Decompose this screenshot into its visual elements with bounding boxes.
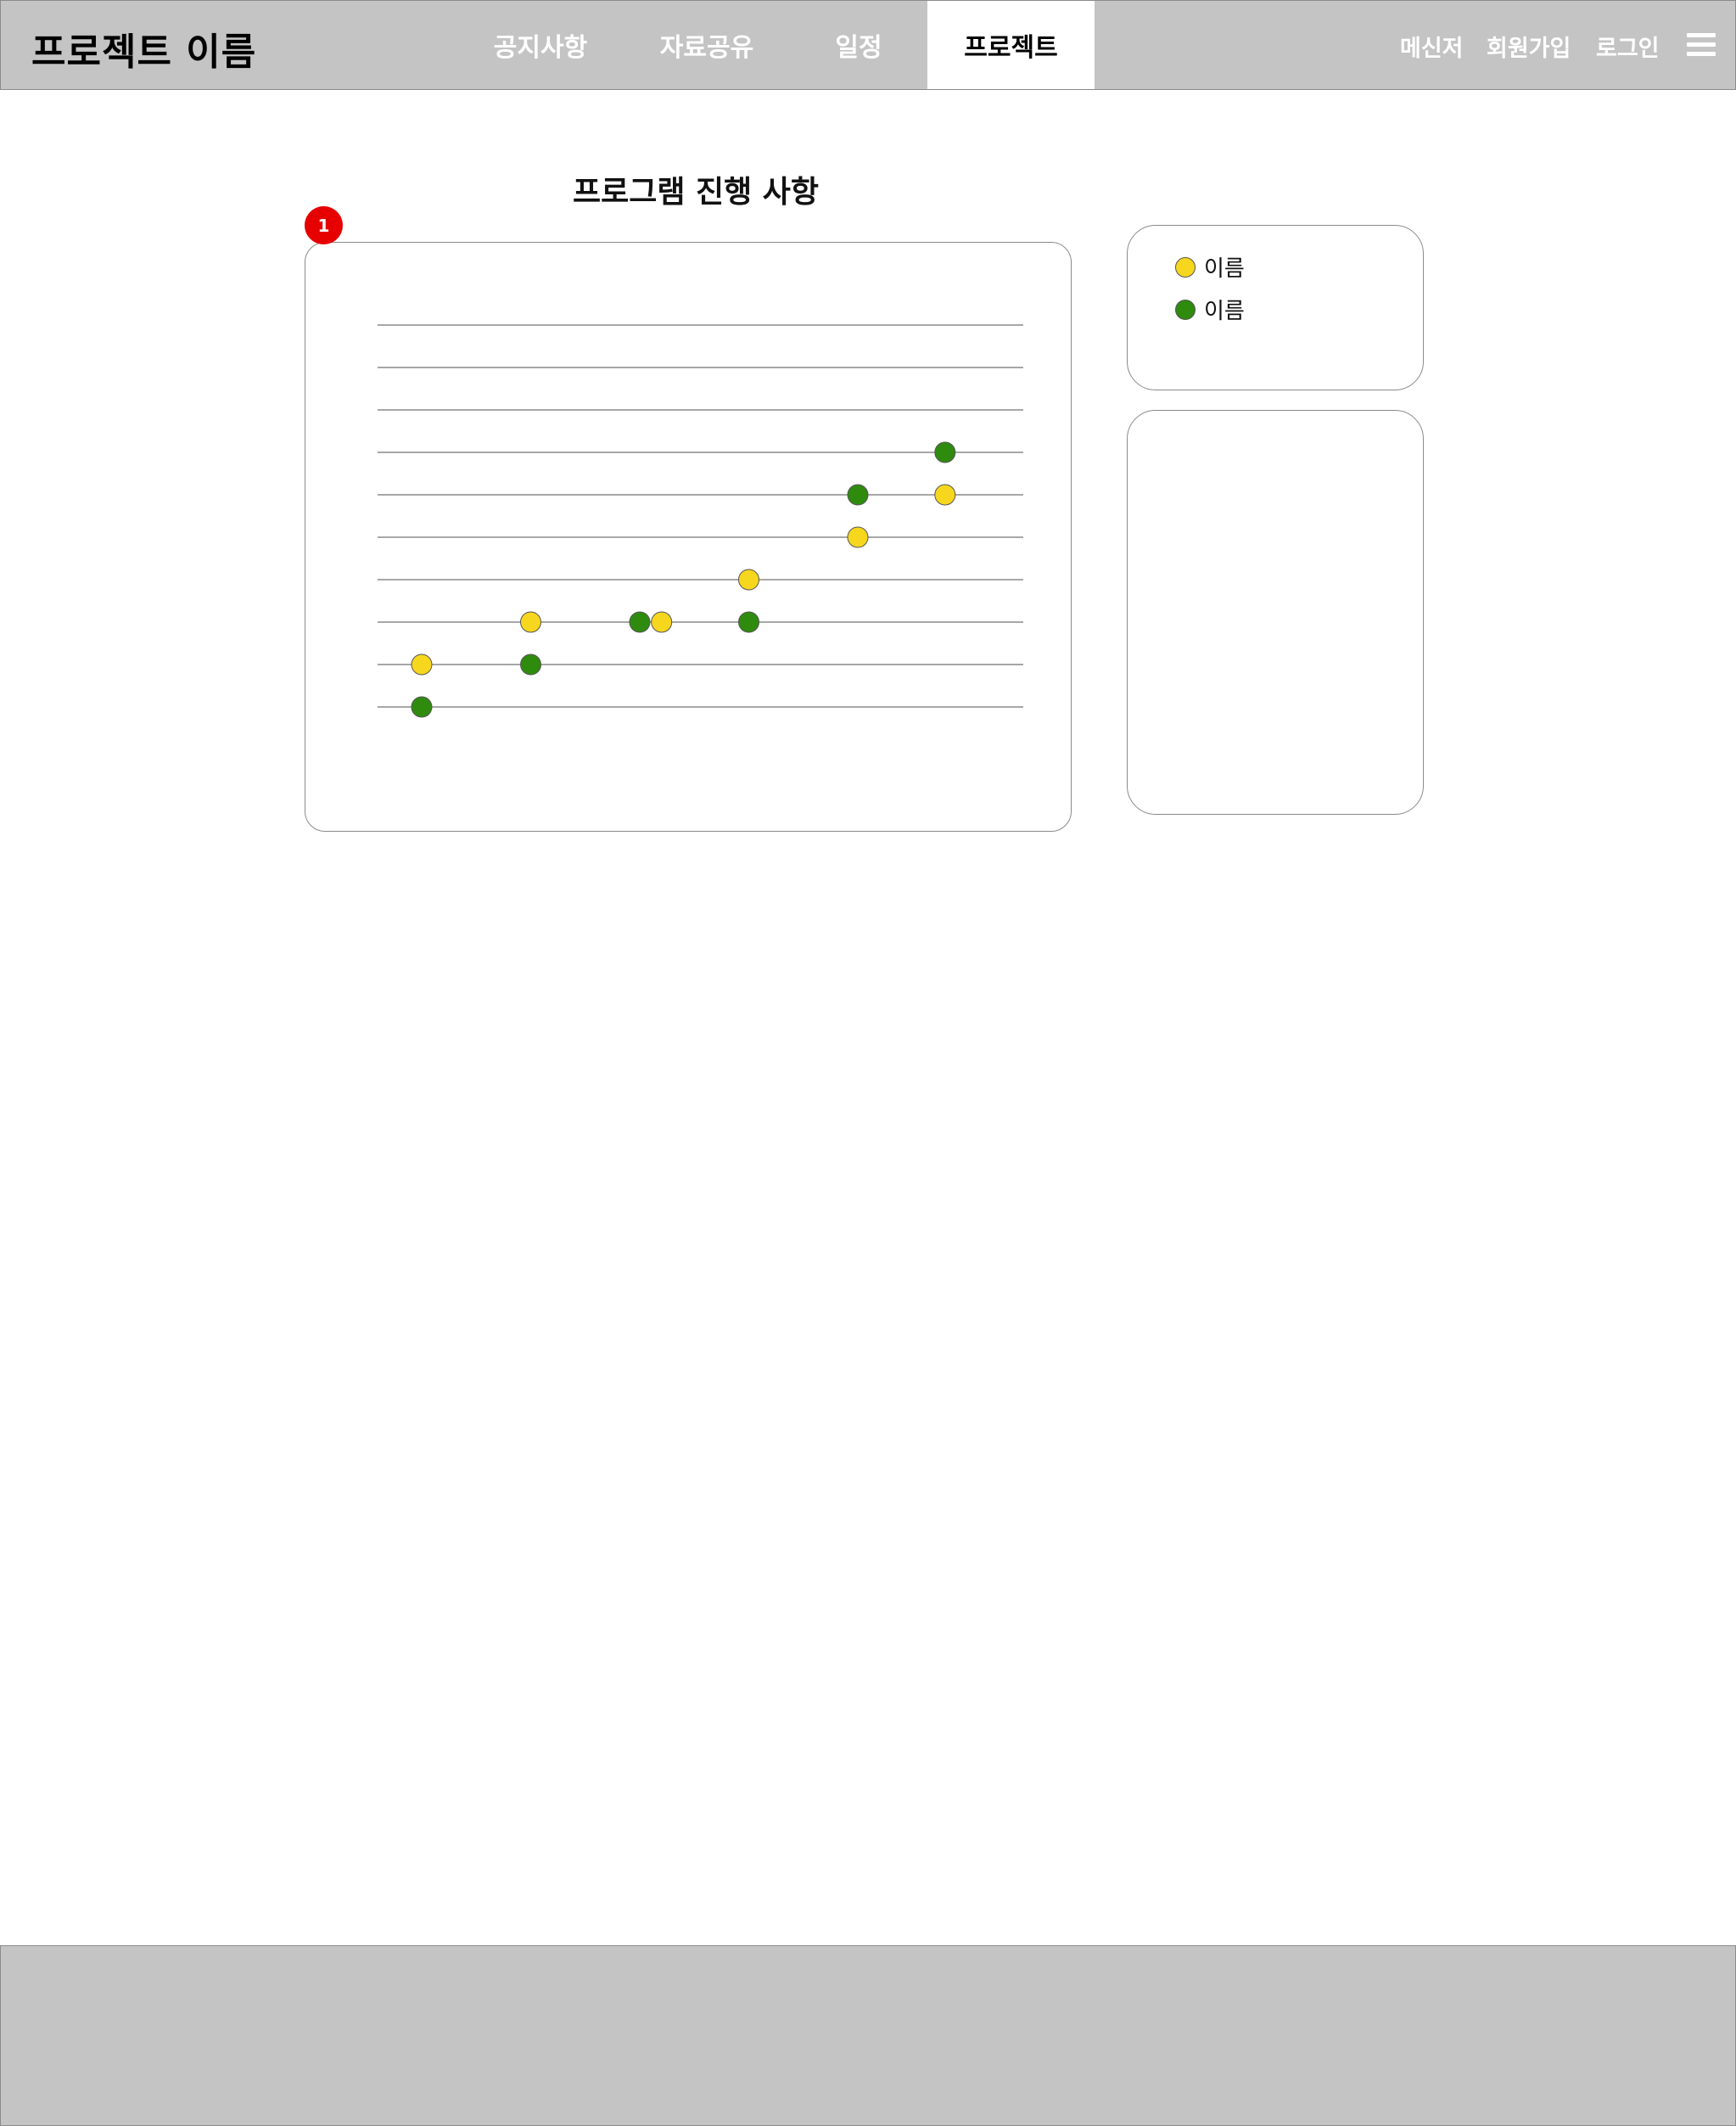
legend-item-yellow: 이름 bbox=[1175, 251, 1245, 283]
legend-green-dot-icon bbox=[1175, 299, 1196, 320]
progress-chart-card bbox=[305, 242, 1072, 832]
yellow-data-point[interactable] bbox=[847, 526, 869, 548]
green-data-point[interactable] bbox=[934, 441, 956, 463]
yellow-data-point[interactable] bbox=[651, 611, 673, 633]
legend-label: 이름 bbox=[1204, 299, 1245, 324]
yellow-data-point[interactable] bbox=[738, 569, 759, 591]
signup-link[interactable]: 회원가입 bbox=[1487, 30, 1571, 63]
green-data-point[interactable] bbox=[520, 654, 541, 676]
yellow-data-point[interactable] bbox=[520, 611, 541, 633]
nav-tab-file-share[interactable]: 자료공유 bbox=[632, 1, 781, 89]
legend-card: 이름 이름 bbox=[1127, 225, 1424, 390]
yellow-data-point[interactable] bbox=[411, 654, 433, 676]
legend-label: 이름 bbox=[1204, 256, 1245, 282]
green-data-point[interactable] bbox=[847, 484, 869, 506]
footer bbox=[0, 1945, 1736, 2126]
annotation-badge: 1 bbox=[305, 206, 343, 244]
green-data-point[interactable] bbox=[738, 611, 759, 633]
messenger-link[interactable]: 메신저 bbox=[1400, 30, 1464, 63]
info-card bbox=[1127, 410, 1424, 815]
top-header: 프로젝트 이름 공지사항 자료공유 일정 프로젝트 메신저 회원가입 로그인 bbox=[0, 0, 1736, 90]
page-title: 프로그램 진행 사항 bbox=[572, 175, 820, 210]
nav-tab-schedule[interactable]: 일정 bbox=[798, 1, 919, 89]
progress-chart bbox=[378, 324, 1023, 718]
legend-item-green: 이름 bbox=[1175, 294, 1245, 325]
legend-yellow-dot-icon bbox=[1175, 256, 1196, 278]
login-link[interactable]: 로그인 bbox=[1596, 30, 1660, 63]
green-data-point[interactable] bbox=[629, 611, 651, 633]
green-data-point[interactable] bbox=[411, 696, 433, 718]
nav-tab-project[interactable]: 프로젝트 bbox=[927, 1, 1095, 89]
hamburger-menu-icon[interactable] bbox=[1687, 33, 1716, 57]
project-logo[interactable]: 프로젝트 이름 bbox=[31, 21, 256, 76]
yellow-data-point[interactable] bbox=[934, 484, 956, 506]
nav-tab-notice[interactable]: 공지사항 bbox=[466, 1, 615, 89]
